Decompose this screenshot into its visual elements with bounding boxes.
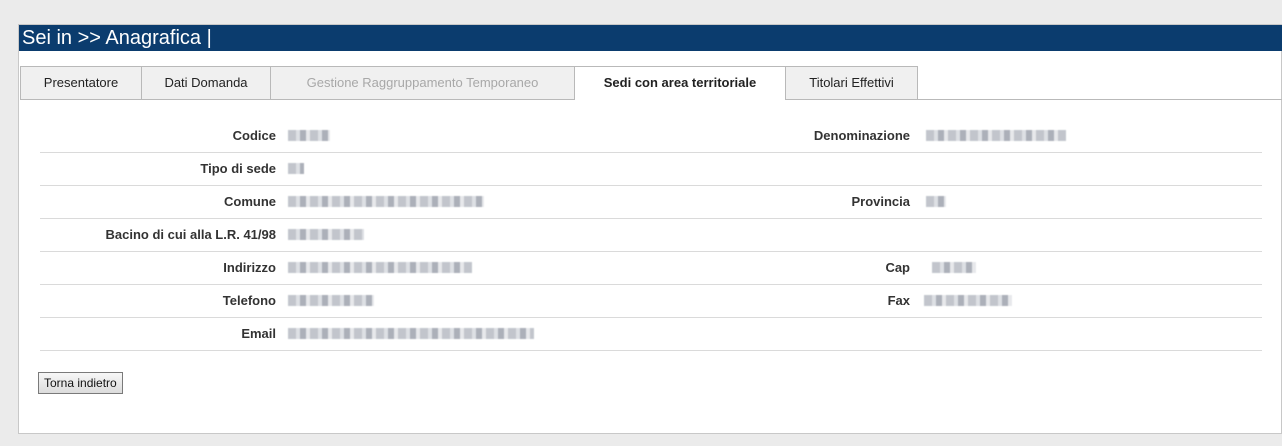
form-row: Tipo di sede	[40, 153, 1262, 186]
tipo-sede-label: Tipo di sede	[200, 161, 276, 176]
tab-gestione-raggruppamento: Gestione Raggruppamento Temporaneo	[270, 66, 575, 99]
form-row: Indirizzo Cap	[40, 252, 1262, 285]
form-row: Bacino di cui alla L.R. 41/98	[40, 219, 1262, 252]
indirizzo-label: Indirizzo	[223, 260, 276, 275]
codice-label: Codice	[232, 128, 276, 143]
cap-label: Cap	[885, 260, 910, 275]
sede-details-form: Codice Denominazione Tipo di sede Comune	[40, 120, 1262, 351]
provincia-label: Provincia	[851, 194, 910, 209]
comune-value	[286, 192, 556, 212]
fax-value	[922, 291, 1072, 311]
tipo-sede-value	[286, 159, 556, 179]
bacino-label: Bacino di cui alla L.R. 41/98	[105, 227, 276, 242]
tab-bar: Presentatore Dati Domanda Gestione Raggr…	[20, 66, 1282, 100]
form-row: Comune Provincia	[40, 186, 1262, 219]
fax-label: Fax	[887, 293, 910, 308]
comune-label: Comune	[224, 194, 276, 209]
provincia-value	[922, 192, 1072, 212]
denominazione-value	[922, 126, 1072, 146]
page-frame: Sei in >> Anagrafica | Presentatore Dati…	[18, 24, 1282, 434]
email-value	[286, 324, 556, 344]
form-row: Telefono Fax	[40, 285, 1262, 318]
page-title: Sei in >> Anagrafica |	[19, 25, 1282, 51]
form-row: Email	[40, 318, 1262, 351]
bacino-value	[286, 225, 556, 245]
denominazione-label: Denominazione	[813, 128, 910, 143]
telefono-value	[286, 291, 556, 311]
tab-titolari-effettivi[interactable]: Titolari Effettivi	[785, 66, 918, 99]
indirizzo-value	[286, 258, 556, 278]
form-row: Codice Denominazione	[40, 120, 1262, 153]
email-label: Email	[241, 326, 276, 341]
tab-dati-domanda[interactable]: Dati Domanda	[141, 66, 271, 99]
tab-presentatore[interactable]: Presentatore	[20, 66, 142, 99]
codice-value	[286, 126, 556, 146]
telefono-label: Telefono	[222, 293, 276, 308]
cap-value	[922, 258, 1072, 278]
back-button[interactable]: Torna indietro	[38, 372, 123, 394]
tab-sedi-area-territoriale[interactable]: Sedi con area territoriale	[574, 66, 786, 100]
